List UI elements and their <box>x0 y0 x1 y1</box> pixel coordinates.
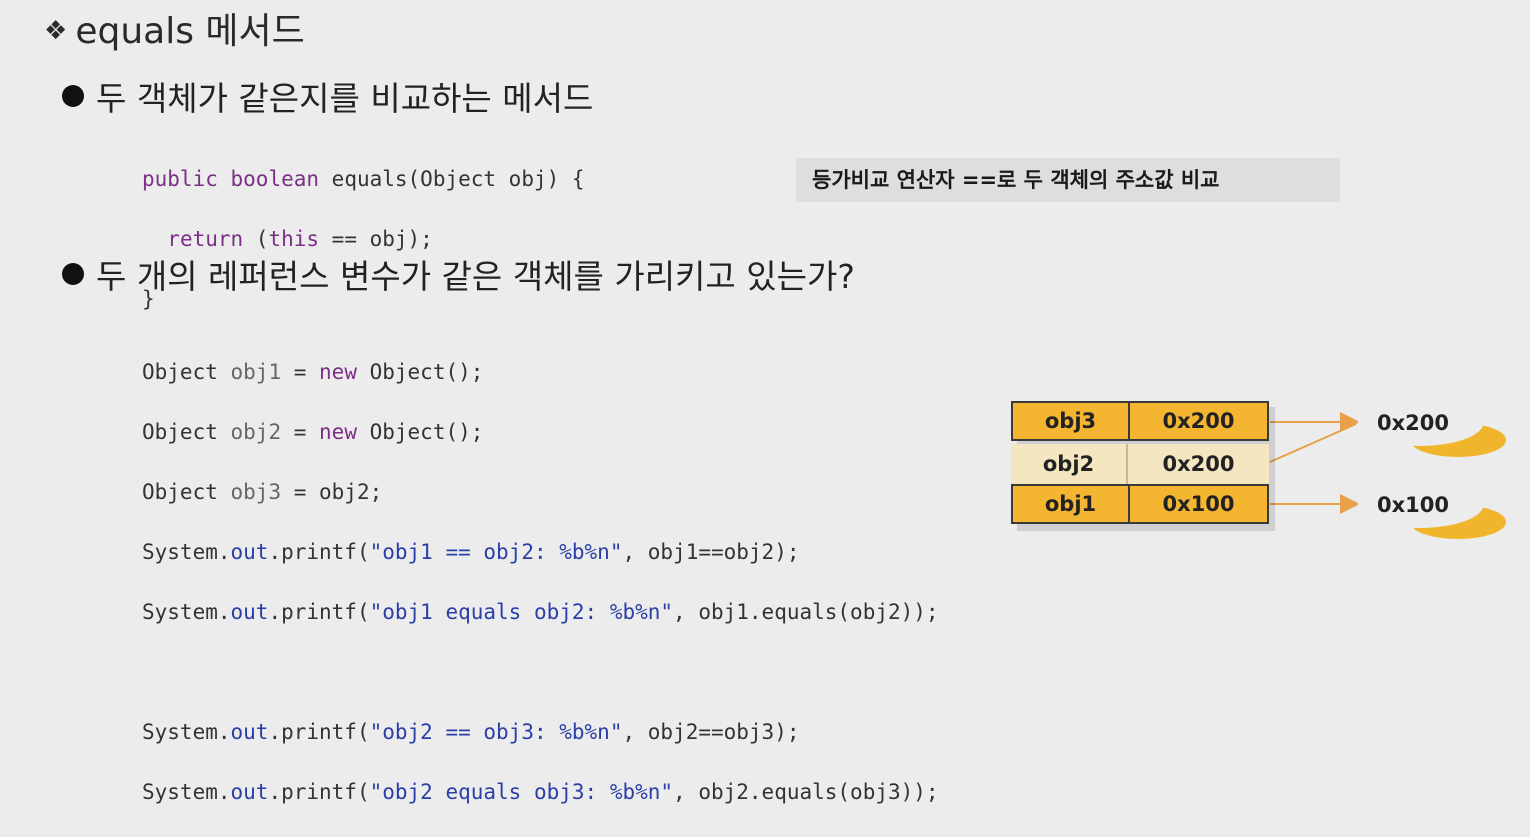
arrow-obj2 <box>1269 423 1357 463</box>
ref-address: 0x200 <box>1162 452 1235 476</box>
code-line: System.out.printf("obj2 == obj3: %b%n", … <box>142 717 939 747</box>
field: out <box>230 720 269 744</box>
string-literal: "obj2 equals obj3: %b%n" <box>369 780 674 804</box>
object-0x100: 0x100 <box>1358 482 1508 540</box>
code-line: System.out.printf("obj2 equals obj3: %b%… <box>142 777 939 807</box>
ref-row-obj3: obj3 0x200 <box>1011 401 1269 441</box>
ref-address: 0x100 <box>1162 492 1235 516</box>
ref-address: 0x200 <box>1162 409 1235 433</box>
object-address: 0x100 <box>1377 493 1449 517</box>
object-0x200: 0x200 <box>1358 400 1508 458</box>
ref-row-obj2: obj2 0x200 <box>1011 444 1269 484</box>
field: out <box>230 780 269 804</box>
ref-name: obj2 <box>1011 444 1128 484</box>
code-text: System. <box>142 780 231 804</box>
code-text: .printf( <box>268 720 370 744</box>
ref-row-obj1: obj1 0x100 <box>1011 484 1269 524</box>
ref-name: obj3 <box>1013 403 1130 439</box>
object-address: 0x200 <box>1377 411 1449 435</box>
code-text: System. <box>142 720 231 744</box>
reference-arrows <box>1269 412 1360 514</box>
code-text: , obj2==obj3); <box>622 720 800 744</box>
code-text: , obj2.equals(obj3)); <box>673 780 939 804</box>
string-literal: "obj2 == obj3: %b%n" <box>369 720 623 744</box>
ref-name: obj1 <box>1013 486 1130 522</box>
code-text: .printf( <box>268 780 370 804</box>
